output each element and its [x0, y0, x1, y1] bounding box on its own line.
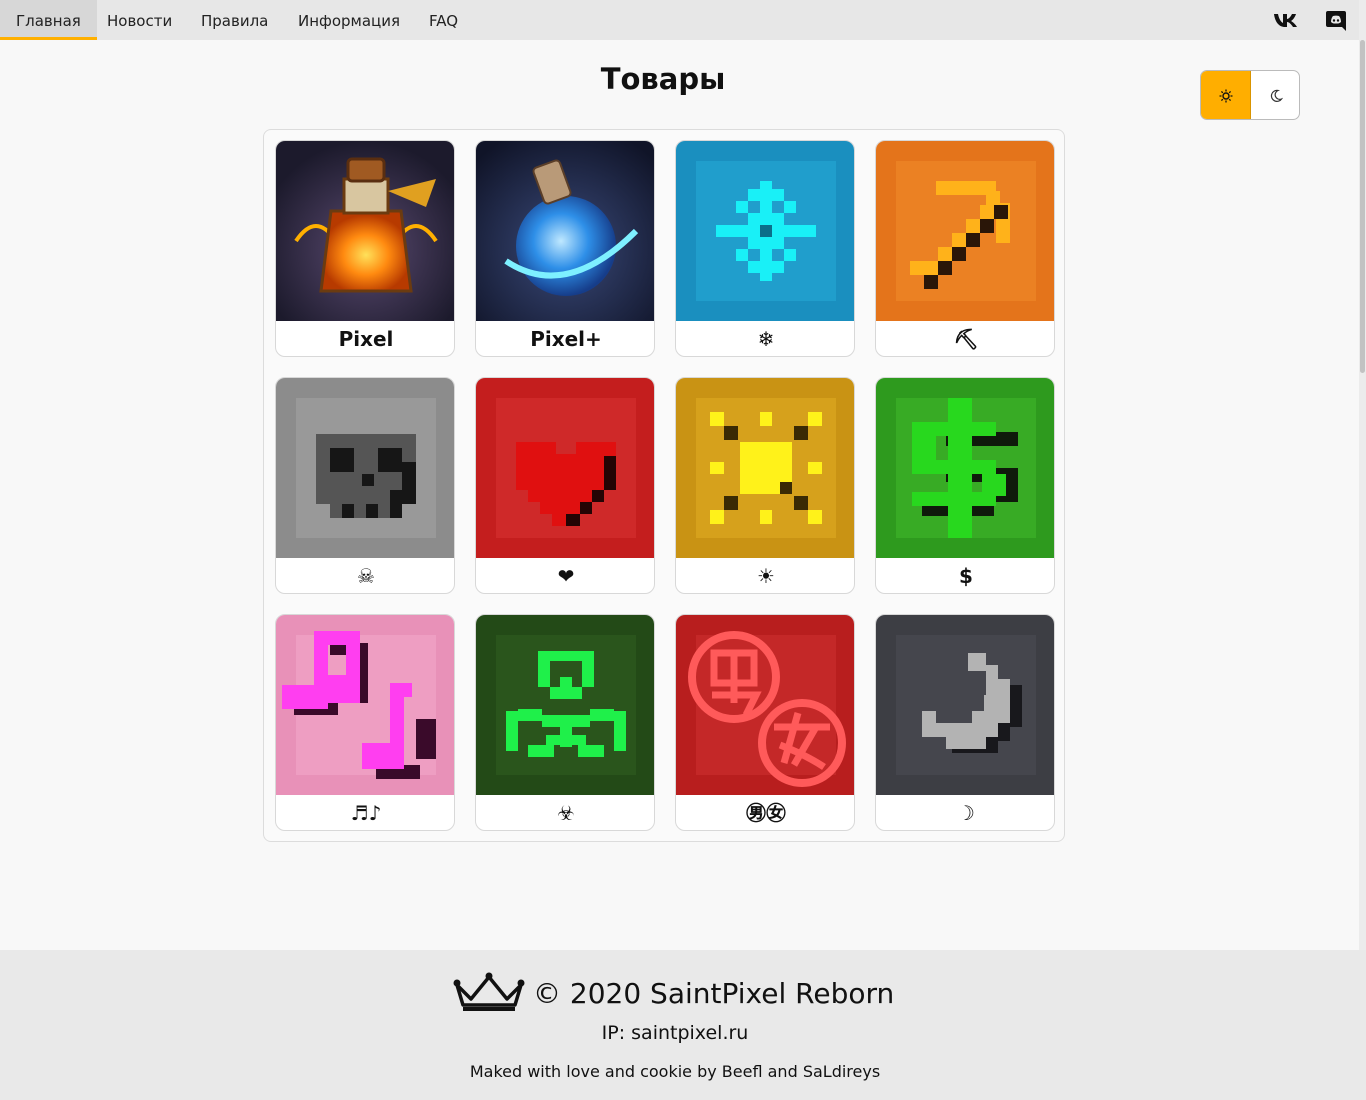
- pickaxe-icon: [876, 141, 1054, 321]
- copyright-text: © 2020 SaintPixel Reborn: [533, 976, 895, 1010]
- footer-copyright: © 2020 SaintPixel Reborn: [453, 968, 894, 1018]
- product-card-male-female[interactable]: ㊚㊛: [675, 614, 855, 831]
- product-card-snowflake[interactable]: ❄: [675, 140, 855, 357]
- product-label: ☀: [757, 564, 775, 588]
- male-female-kanji-icon: [676, 615, 854, 795]
- music-notes-icon: [276, 615, 454, 795]
- page-scrollbar[interactable]: [1359, 0, 1366, 1100]
- product-card-pixel-plus[interactable]: Pixel+: [475, 140, 655, 357]
- product-card-sun[interactable]: ☀: [675, 377, 855, 594]
- scrollbar-thumb[interactable]: [1360, 40, 1365, 373]
- product-card-pixel[interactable]: Pixel: [275, 140, 455, 357]
- product-label: Pixel: [338, 327, 394, 351]
- light-theme-button[interactable]: [1201, 71, 1251, 119]
- blue-potion-icon: [476, 141, 654, 321]
- nav-item-info[interactable]: Информация: [282, 0, 416, 40]
- crescent-moon-icon: [876, 615, 1054, 795]
- product-label: ☠: [357, 564, 375, 588]
- product-label: ⛏: [953, 327, 979, 351]
- product-card-pickaxe[interactable]: ⛏: [875, 140, 1055, 357]
- product-label: ❄: [757, 327, 775, 351]
- sun-icon: [676, 378, 854, 558]
- heart-icon: [476, 378, 654, 558]
- crown-icon: [453, 972, 525, 1011]
- dark-theme-button[interactable]: [1251, 71, 1299, 119]
- page-title: Товары: [600, 62, 726, 96]
- product-card-heart[interactable]: ❤: [475, 377, 655, 594]
- product-card-music[interactable]: ♬♪: [275, 614, 455, 831]
- server-ip: IP: saintpixel.ru: [601, 1022, 749, 1044]
- discord-icon[interactable]: [1325, 10, 1347, 36]
- nav-item-home[interactable]: Главная: [0, 0, 97, 40]
- product-label: $: [959, 564, 973, 588]
- products-panel: Pixel Pixel+ ❄ ⛏ ☠ ❤ ☀ $ ♬♪ ☣ ㊚㊛ ☽: [263, 129, 1065, 842]
- product-card-moon[interactable]: ☽: [875, 614, 1055, 831]
- product-card-skull[interactable]: ☠: [275, 377, 455, 594]
- product-label: ☣: [557, 801, 575, 825]
- skull-icon: [276, 378, 454, 558]
- footer: © 2020 SaintPixel Reborn IP: saintpixel.…: [0, 950, 1366, 1100]
- moon-icon: [1270, 89, 1283, 102]
- product-label: ♬♪: [350, 801, 382, 825]
- nav-item-news[interactable]: Новости: [91, 0, 188, 40]
- biohazard-icon: [476, 615, 654, 795]
- product-card-biohazard[interactable]: ☣: [475, 614, 655, 831]
- credits-text: Maked with love and cookie by Beefl and …: [469, 1062, 881, 1081]
- theme-toggle: [1200, 70, 1300, 120]
- orange-potion-icon: [276, 141, 454, 321]
- dollar-icon: [876, 378, 1054, 558]
- product-label: ㊚㊛: [746, 801, 786, 825]
- sun-icon: [1219, 89, 1232, 103]
- snowflake-icon: [676, 141, 854, 321]
- product-label: ❤: [557, 564, 575, 588]
- product-label: Pixel+: [530, 327, 602, 351]
- nav-item-faq[interactable]: FAQ: [413, 0, 474, 40]
- product-label: ☽: [957, 801, 975, 825]
- product-card-dollar[interactable]: $: [875, 377, 1055, 594]
- vk-icon[interactable]: [1273, 10, 1299, 34]
- nav-item-rules[interactable]: Правила: [185, 0, 284, 40]
- top-navbar: Главная Новости Правила Информация FAQ: [0, 0, 1366, 40]
